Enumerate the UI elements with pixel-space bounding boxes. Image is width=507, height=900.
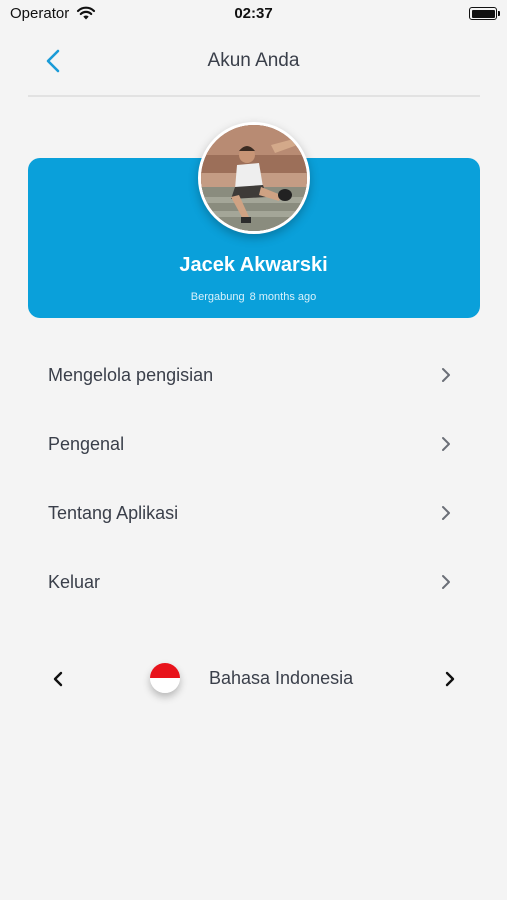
user-name: Jacek Akwarski (179, 254, 328, 276)
menu-item-logout[interactable]: Keluar (28, 555, 480, 611)
status-bar: Operator 02:37 (0, 0, 507, 30)
language-next-button[interactable] (440, 667, 460, 691)
menu-item-label: Mengelola pengisian (48, 365, 214, 385)
page-title: Akun Anda (207, 50, 300, 71)
account-screen: Operator 02:37 Akun Anda Jacek Akwarski … (0, 0, 507, 900)
chevron-right-icon (442, 368, 450, 382)
chevron-right-icon (442, 575, 450, 589)
header-divider (28, 95, 480, 97)
menu-item-about-app[interactable]: Tentang Aplikasi (28, 486, 480, 542)
chevron-right-icon (442, 506, 450, 520)
menu-item-label: Keluar (48, 572, 101, 592)
language-label: Bahasa Indonesia (209, 668, 354, 688)
avatar[interactable] (198, 122, 310, 234)
chevron-right-icon (442, 437, 450, 451)
menu-item-identifier[interactable]: Pengenal (28, 417, 480, 473)
indonesia-flag-icon (150, 663, 180, 693)
battery-icon (469, 7, 500, 20)
menu-item-label: Tentang Aplikasi (48, 503, 179, 523)
profile-photo (201, 125, 307, 231)
language-prev-button[interactable] (48, 667, 68, 691)
chevron-right-icon (445, 671, 455, 687)
join-info: Bergabung 8 months ago (0, 291, 507, 303)
menu-item-label: Pengenal (48, 434, 125, 454)
joined-label: Bergabung (190, 291, 245, 303)
menu-item-manage-charging[interactable]: Mengelola pengisian (28, 348, 480, 404)
language-selector: Bahasa Indonesia (28, 655, 480, 703)
joined-value: 8 months ago (249, 291, 317, 303)
nav-header: Akun Anda (0, 38, 507, 84)
chevron-left-icon (53, 671, 63, 687)
status-time: 02:37 (234, 5, 273, 22)
